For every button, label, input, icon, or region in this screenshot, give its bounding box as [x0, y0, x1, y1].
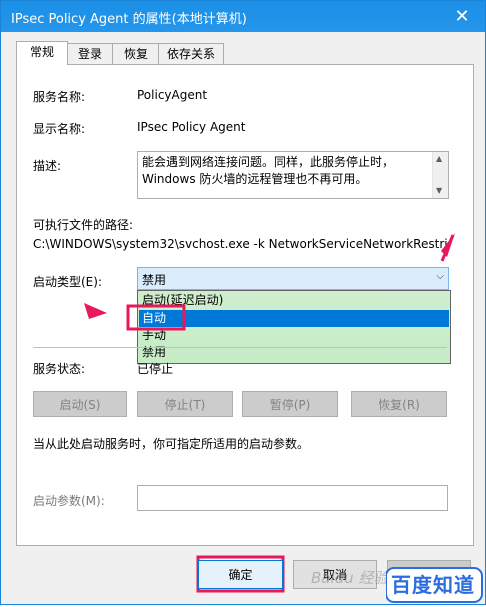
- service-status-label: 服务状态:: [33, 362, 86, 376]
- stop-button[interactable]: 停止(T): [137, 391, 233, 417]
- startup-params-hint: 当从此处启动服务时，你可指定所适用的启动参数。: [33, 437, 310, 451]
- startup-params-label: 启动参数(M):: [33, 494, 105, 508]
- baidu-watermark: Baidu 经验: [311, 569, 389, 587]
- start-button[interactable]: 启动(S): [33, 391, 127, 417]
- arrow-pointer-left: [84, 303, 107, 319]
- resume-button[interactable]: 恢复(R): [351, 391, 447, 417]
- highlight-box-auto: [126, 304, 186, 331]
- tab-general[interactable]: 常规: [16, 41, 68, 65]
- startup-params-input[interactable]: [137, 485, 448, 511]
- pause-button[interactable]: 暂停(P): [242, 391, 338, 417]
- service-status-value: 已停止: [137, 362, 174, 376]
- properties-dialog: IPsec Policy Agent 的属性(本地计算机) ✕ 常规 登录 恢复…: [0, 0, 486, 605]
- ok-button[interactable]: 确定: [198, 560, 283, 589]
- annotation-overlay: [84, 233, 455, 593]
- baidu-brand-text: 百度知道: [391, 573, 475, 597]
- section-divider: [33, 347, 447, 348]
